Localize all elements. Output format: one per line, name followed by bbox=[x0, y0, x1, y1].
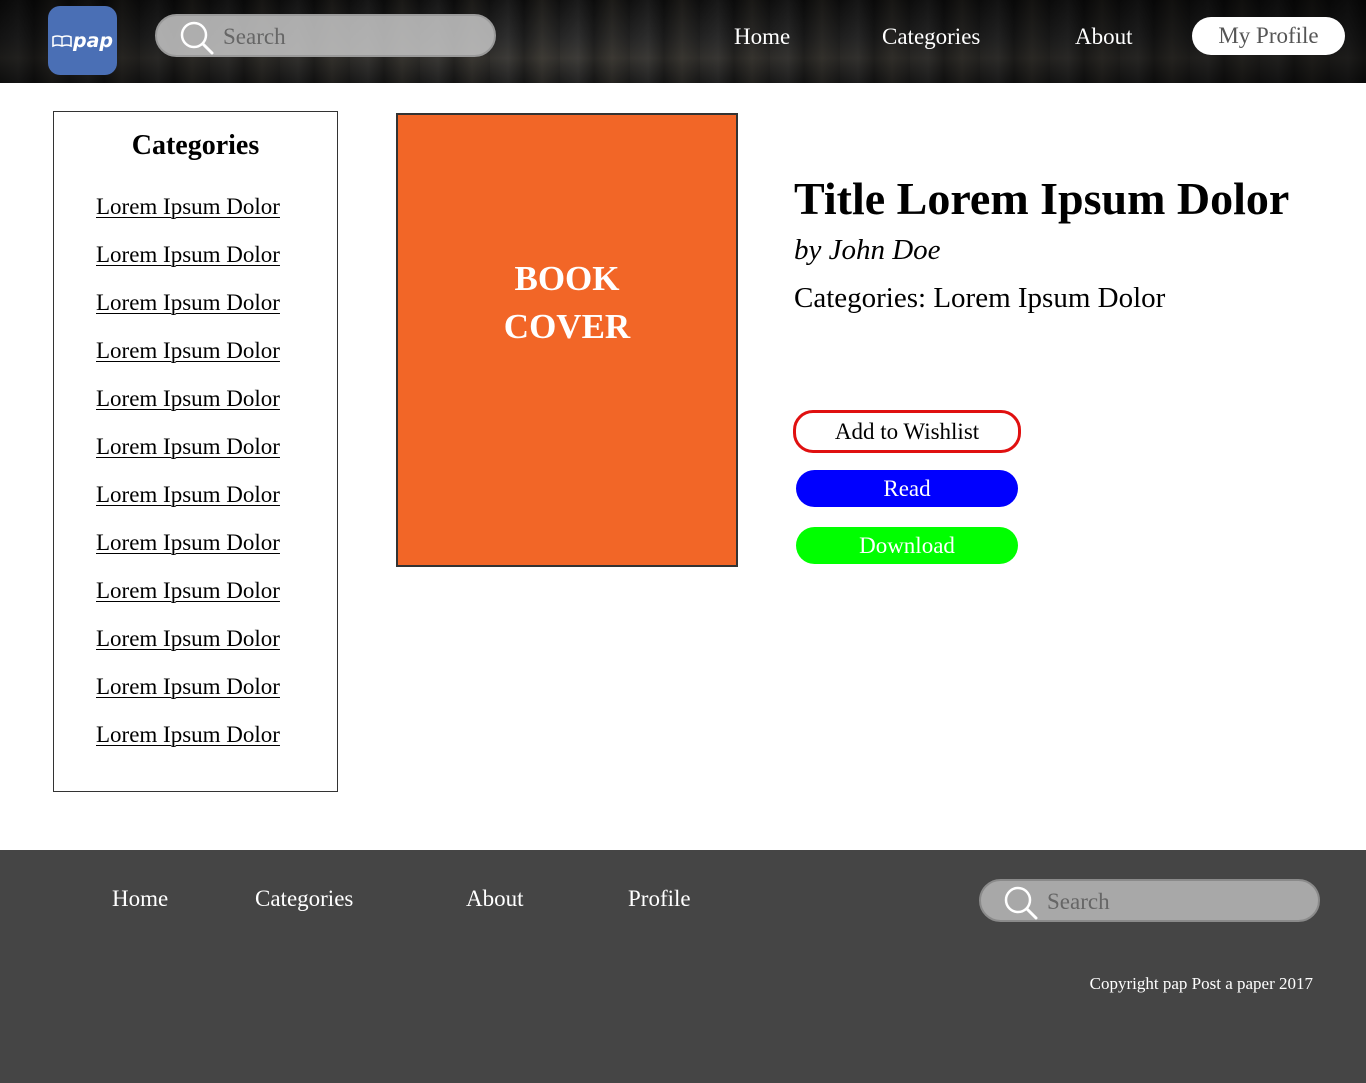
nav-home-link[interactable]: Home bbox=[734, 25, 790, 48]
search-icon[interactable] bbox=[179, 20, 215, 56]
book-categories: Categories: Lorem Ipsum Dolor bbox=[794, 282, 1166, 314]
nav-categories-link[interactable]: Categories bbox=[882, 25, 980, 48]
category-list-item: Lorem Ipsum Dolor bbox=[96, 674, 280, 722]
category-list-item: Lorem Ipsum Dolor bbox=[96, 194, 280, 242]
book-title: Title Lorem Ipsum Dolor bbox=[794, 173, 1290, 224]
footer-profile-link[interactable]: Profile bbox=[628, 887, 691, 910]
category-link[interactable]: Lorem Ipsum Dolor bbox=[96, 482, 280, 507]
open-book-icon bbox=[52, 34, 72, 47]
download-button[interactable]: Download bbox=[796, 527, 1018, 564]
category-link[interactable]: Lorem Ipsum Dolor bbox=[96, 290, 280, 315]
footer-search-input[interactable] bbox=[1045, 885, 1309, 919]
book-cover: BOOK COVER bbox=[396, 113, 738, 567]
category-link[interactable]: Lorem Ipsum Dolor bbox=[96, 626, 280, 651]
category-list-item: Lorem Ipsum Dolor bbox=[96, 530, 280, 578]
logo-text: pap bbox=[72, 29, 114, 52]
book-author: by John Doe bbox=[794, 234, 941, 266]
site-header: pap Home Categories About My Profile bbox=[0, 0, 1366, 83]
category-link[interactable]: Lorem Ipsum Dolor bbox=[96, 386, 280, 411]
category-list-item: Lorem Ipsum Dolor bbox=[96, 626, 280, 674]
category-link[interactable]: Lorem Ipsum Dolor bbox=[96, 194, 280, 219]
book-cover-label: BOOK COVER bbox=[398, 255, 736, 351]
my-profile-button[interactable]: My Profile bbox=[1192, 17, 1345, 55]
add-to-wishlist-button[interactable]: Add to Wishlist bbox=[793, 410, 1021, 453]
category-link[interactable]: Lorem Ipsum Dolor bbox=[96, 338, 280, 363]
category-list-item: Lorem Ipsum Dolor bbox=[96, 434, 280, 482]
sidebar-title: Categories bbox=[131, 130, 260, 161]
footer-categories-link[interactable]: Categories bbox=[255, 887, 353, 910]
site-footer: Home Categories About Profile Copyright … bbox=[0, 850, 1366, 1083]
copyright-text: Copyright pap Post a paper 2017 bbox=[1089, 974, 1313, 993]
category-link[interactable]: Lorem Ipsum Dolor bbox=[96, 434, 280, 459]
search-icon[interactable] bbox=[1003, 885, 1039, 921]
category-list-item: Lorem Ipsum Dolor bbox=[96, 242, 280, 290]
category-list-item: Lorem Ipsum Dolor bbox=[96, 386, 280, 434]
category-list-item: Lorem Ipsum Dolor bbox=[96, 290, 280, 338]
read-button[interactable]: Read bbox=[796, 470, 1018, 507]
categories-sidebar: Categories Lorem Ipsum Dolor Lorem Ipsum… bbox=[53, 111, 338, 792]
category-list-item: Lorem Ipsum Dolor bbox=[96, 482, 280, 530]
nav-about-link[interactable]: About bbox=[1075, 25, 1133, 48]
category-list-item: Lorem Ipsum Dolor bbox=[96, 722, 280, 770]
footer-search-bar[interactable] bbox=[979, 879, 1320, 922]
category-link[interactable]: Lorem Ipsum Dolor bbox=[96, 530, 280, 555]
category-list-item: Lorem Ipsum Dolor bbox=[96, 578, 280, 626]
cover-line-2: COVER bbox=[503, 307, 631, 346]
category-list: Lorem Ipsum Dolor Lorem Ipsum Dolor Lore… bbox=[96, 194, 280, 770]
site-logo[interactable]: pap bbox=[48, 6, 117, 75]
category-link[interactable]: Lorem Ipsum Dolor bbox=[96, 578, 280, 603]
footer-about-link[interactable]: About bbox=[466, 887, 524, 910]
footer-home-link[interactable]: Home bbox=[112, 887, 168, 910]
header-search-input[interactable] bbox=[221, 20, 485, 54]
category-link[interactable]: Lorem Ipsum Dolor bbox=[96, 722, 280, 747]
category-link[interactable]: Lorem Ipsum Dolor bbox=[96, 674, 280, 699]
category-link[interactable]: Lorem Ipsum Dolor bbox=[96, 242, 280, 267]
header-search-bar[interactable] bbox=[155, 14, 496, 57]
cover-line-1: BOOK bbox=[514, 259, 620, 298]
category-list-item: Lorem Ipsum Dolor bbox=[96, 338, 280, 386]
